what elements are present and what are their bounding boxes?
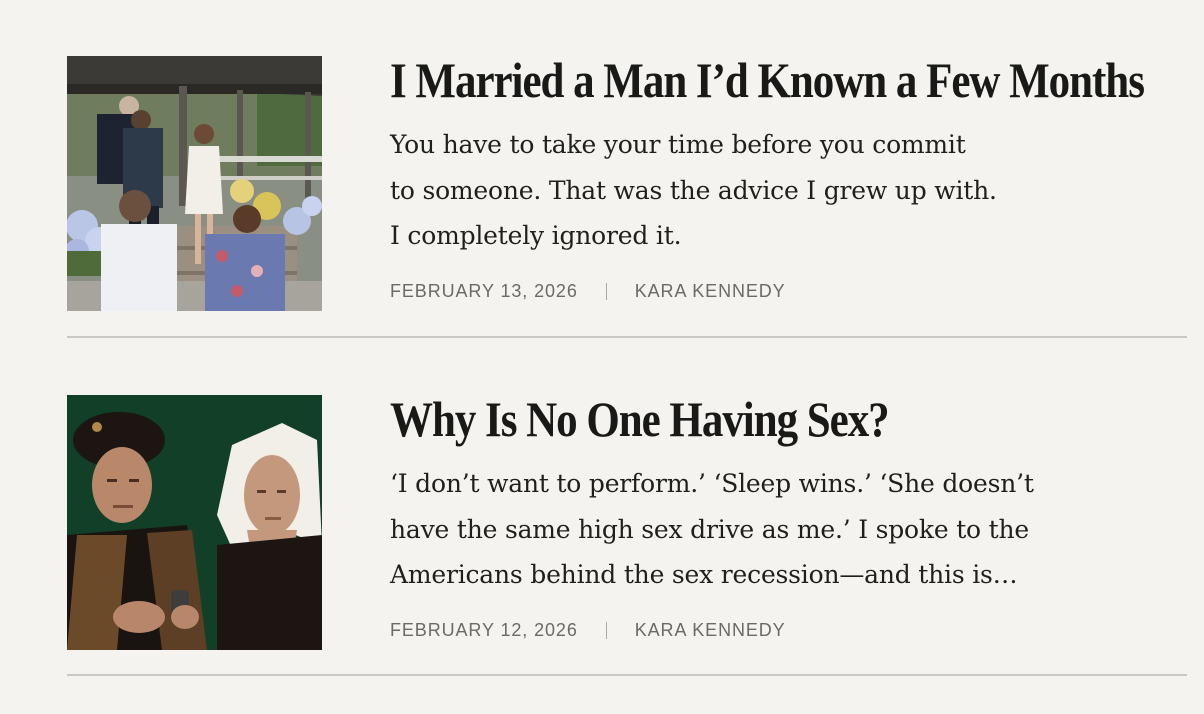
article-feed: I Married a Man I’d Known a Few Months Y… <box>67 0 1187 676</box>
article-headline[interactable]: Why Is No One Having Sex? <box>390 391 1044 447</box>
article-card: Why Is No One Having Sex? ‘I don’t want … <box>67 338 1187 676</box>
dek-line: to someone. That was the advice I grew u… <box>390 175 997 205</box>
article-date: FEBRUARY 12, 2026 <box>390 619 578 640</box>
article-author[interactable]: KARA KENNEDY <box>635 281 786 302</box>
article-card: I Married a Man I’d Known a Few Months Y… <box>67 0 1187 338</box>
dek-line: ‘I don’t want to perform.’ ‘Sleep wins.’… <box>390 469 1034 498</box>
article-dek: ‘I don’t want to perform.’ ‘Sleep wins.’… <box>390 461 1150 598</box>
article-headline[interactable]: I Married a Man I’d Known a Few Months <box>390 52 1145 108</box>
wedding-photo <box>67 56 322 311</box>
dek-line: I completely ignored it. <box>390 221 682 250</box>
meta-divider <box>605 621 607 639</box>
dek-line: Americans behind the sex recession—and t… <box>390 560 1018 589</box>
article-date: FEBRUARY 13, 2026 <box>390 280 578 301</box>
article-thumbnail[interactable] <box>67 56 322 311</box>
article-dek: You have to take your time before you co… <box>390 122 1150 259</box>
dek-line: You have to take your time before you co… <box>390 130 966 159</box>
renaissance-portrait-painting <box>67 395 322 650</box>
article-text: Why Is No One Having Sex? ‘I don’t want … <box>390 391 1150 641</box>
meta-divider <box>605 282 607 300</box>
article-author[interactable]: KARA KENNEDY <box>635 620 786 641</box>
article-thumbnail[interactable] <box>67 395 322 650</box>
article-meta: FEBRUARY 12, 2026 KARA KENNEDY <box>390 620 1150 641</box>
article-meta: FEBRUARY 13, 2026 KARA KENNEDY <box>390 281 1150 302</box>
article-text: I Married a Man I’d Known a Few Months Y… <box>390 52 1150 302</box>
dek-line: have the same high sex drive as me.’ I s… <box>390 514 1029 544</box>
